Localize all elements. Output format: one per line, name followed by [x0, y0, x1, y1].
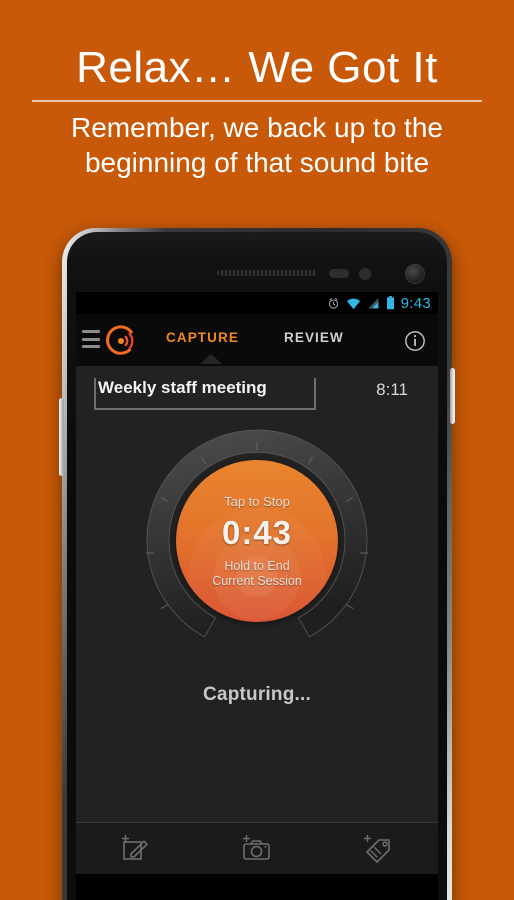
power-button[interactable] [450, 368, 455, 424]
dial-bottom-line2: Current Session [212, 573, 302, 588]
info-icon[interactable] [404, 330, 426, 352]
session-elapsed-total: 8:11 [376, 380, 408, 399]
promo-subtitle: Remember, we back up to the beginning of… [71, 112, 443, 178]
capture-dial[interactable]: Tap to Stop 0:43 Hold to End Current Ses… [138, 422, 376, 660]
app-logo-soundwave-icon[interactable] [104, 324, 138, 358]
active-tab-indicator [200, 354, 222, 364]
dial-timer: 0:43 [221, 513, 293, 551]
session-title-input[interactable]: Weekly staff meeting [94, 378, 316, 410]
screen-bottom-strip [76, 874, 438, 900]
capture-status-text: Capturing... [203, 684, 311, 705]
light-sensor-icon [359, 268, 371, 280]
header-divider [32, 100, 482, 102]
hamburger-menu-icon[interactable] [82, 330, 100, 348]
session-title-row: Weekly staff meeting 8:11 [76, 374, 438, 418]
add-note-button[interactable] [104, 829, 168, 869]
wifi-icon [346, 297, 361, 310]
promo-header: Relax… We Got It Remember, we back up to… [0, 0, 514, 215]
phone-screen: 9:43 CAPTURE REVIEW Weekly staff meeting… [76, 292, 438, 900]
dial-top-label: Tap to Stop [224, 493, 290, 509]
capture-screen-content: Weekly staff meeting 8:11 Tap to Stop 0:… [76, 366, 438, 874]
status-bar: 9:43 [76, 292, 438, 314]
tab-review[interactable]: REVIEW [284, 330, 344, 345]
add-tag-button[interactable] [346, 829, 410, 869]
earpiece-speaker-grille [217, 270, 317, 276]
dial-bottom-line1: Hold to End [224, 558, 290, 573]
page-title: Relax… We Got It [76, 43, 438, 92]
alarm-icon [327, 297, 340, 310]
add-note-icon [122, 834, 149, 860]
proximity-sensor-icon [329, 269, 349, 278]
dial-bottom-label: Hold to End Current Session [212, 559, 302, 589]
signal-icon [367, 297, 380, 310]
status-bar-clock: 9:43 [400, 294, 431, 312]
add-photo-camera-icon [242, 834, 270, 860]
add-tag-icon [363, 834, 390, 863]
dial-stop-button[interactable]: Tap to Stop 0:43 Hold to End Current Ses… [176, 460, 338, 622]
volume-button[interactable] [59, 398, 64, 476]
app-action-bar: CAPTURE REVIEW [76, 314, 438, 366]
front-camera-icon [405, 264, 425, 284]
tab-capture[interactable]: CAPTURE [166, 330, 239, 345]
battery-icon [386, 296, 395, 310]
add-photo-button[interactable] [225, 829, 289, 869]
phone-device-mockup: 9:43 CAPTURE REVIEW Weekly staff meeting… [59, 228, 455, 900]
capture-toolbar [76, 822, 438, 874]
